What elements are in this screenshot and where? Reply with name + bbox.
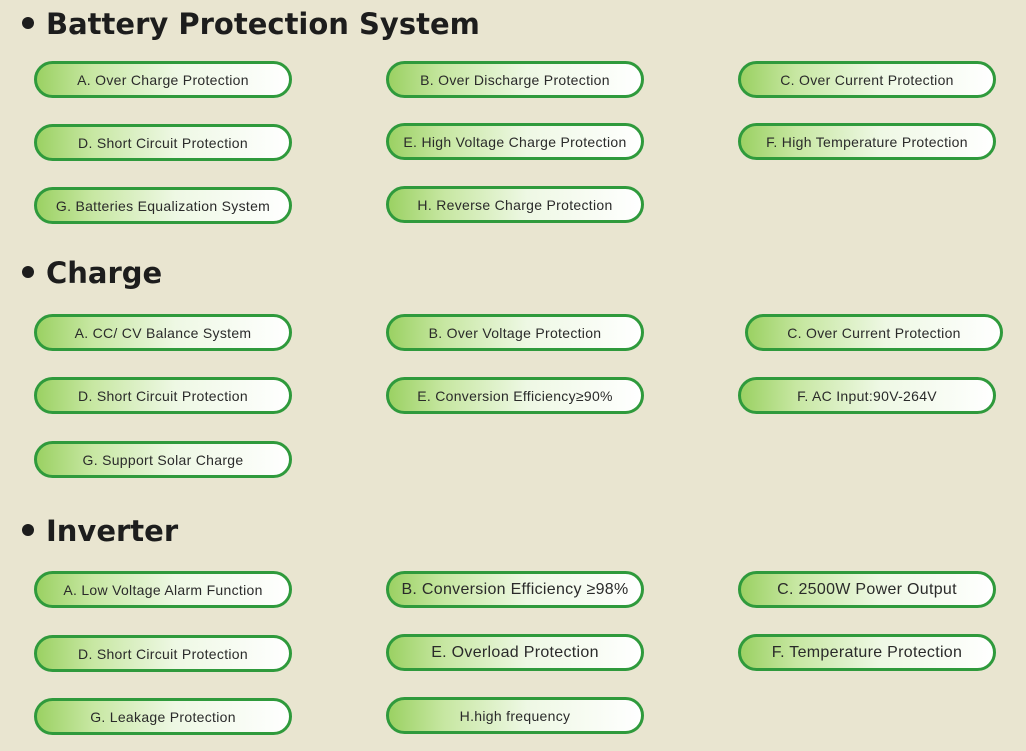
section-title-text: Inverter (46, 514, 179, 548)
battery-item-over-charge: A. Over Charge Protection (34, 61, 292, 98)
charge-item-over-current: C. Over Current Protection (745, 314, 1003, 351)
bullet-icon (22, 524, 34, 536)
battery-item-over-discharge: B. Over Discharge Protection (386, 61, 644, 98)
inverter-item-overload: E. Overload Protection (386, 634, 644, 671)
battery-item-high-temperature: F. High Temperature Protection (738, 123, 996, 160)
section-title-charge: Charge (22, 256, 162, 290)
battery-item-equalization: G. Batteries Equalization System (34, 187, 292, 224)
charge-item-cc-cv-balance: A. CC/ CV Balance System (34, 314, 292, 351)
charge-item-short-circuit: D. Short Circuit Protection (34, 377, 292, 414)
bullet-icon (22, 266, 34, 278)
inverter-item-low-voltage-alarm: A. Low Voltage Alarm Function (34, 571, 292, 608)
bullet-icon (22, 17, 34, 29)
battery-item-over-current: C. Over Current Protection (738, 61, 996, 98)
inverter-item-power-output: C. 2500W Power Output (738, 571, 996, 608)
battery-item-reverse-charge: H. Reverse Charge Protection (386, 186, 644, 223)
charge-item-solar-charge: G. Support Solar Charge (34, 441, 292, 478)
charge-item-ac-input: F. AC Input:90V-264V (738, 377, 996, 414)
section-title-battery-protection: Battery Protection System (22, 7, 480, 41)
inverter-item-short-circuit: D. Short Circuit Protection (34, 635, 292, 672)
inverter-item-leakage: G. Leakage Protection (34, 698, 292, 735)
inverter-item-conversion-efficiency: B. Conversion Efficiency ≥98% (386, 571, 644, 608)
section-title-text: Charge (46, 256, 163, 290)
section-title-inverter: Inverter (22, 514, 178, 548)
battery-item-short-circuit: D. Short Circuit Protection (34, 124, 292, 161)
section-title-text: Battery Protection System (46, 7, 480, 41)
inverter-item-temperature: F. Temperature Protection (738, 634, 996, 671)
inverter-item-high-frequency: H.high frequency (386, 697, 644, 734)
battery-item-high-voltage-charge: E. High Voltage Charge Protection (386, 123, 644, 160)
charge-item-conversion-efficiency: E. Conversion Efficiency≥90% (386, 377, 644, 414)
charge-item-over-voltage: B. Over Voltage Protection (386, 314, 644, 351)
